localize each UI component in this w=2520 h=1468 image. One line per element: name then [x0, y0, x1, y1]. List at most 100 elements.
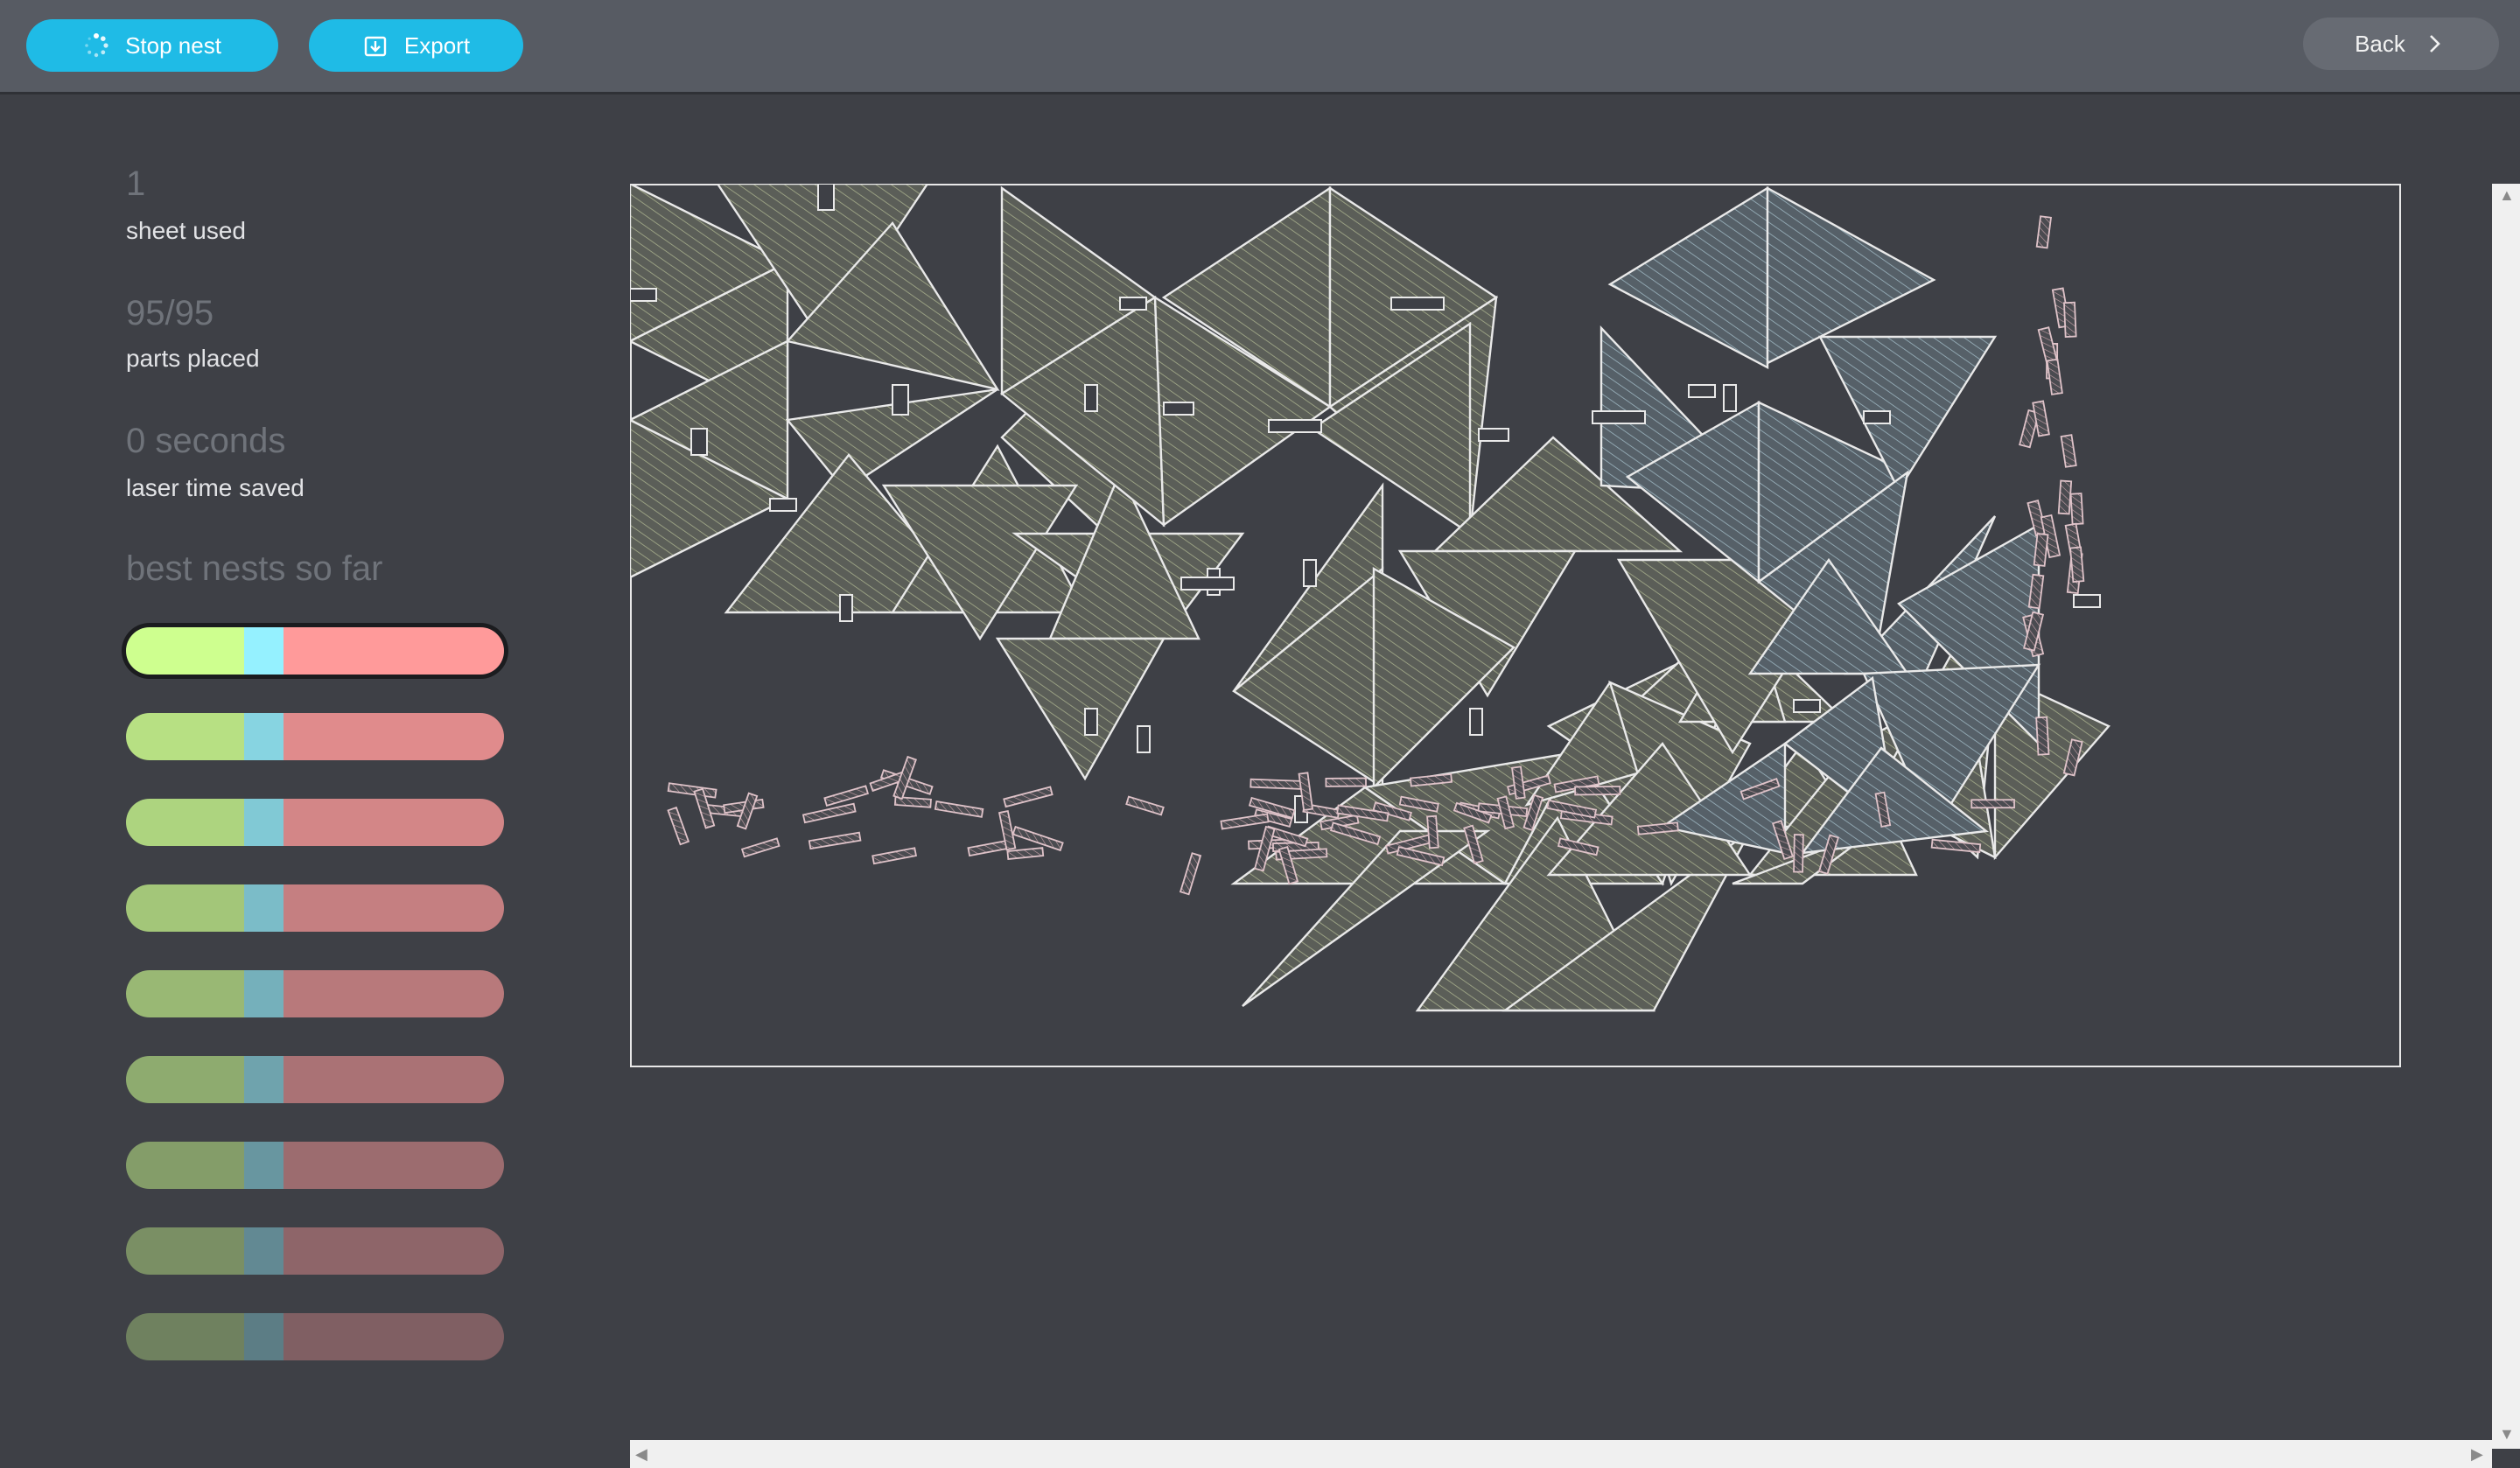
nest-green-segment: [126, 1313, 244, 1360]
nest-cyan-segment: [244, 1056, 284, 1103]
vertical-scrollbar[interactable]: ▲ ▼: [2492, 184, 2520, 1449]
best-nest-item[interactable]: [126, 1142, 504, 1189]
part-slot: [1723, 384, 1737, 412]
small-tab-part: [823, 785, 870, 807]
small-tab-part: [740, 837, 780, 858]
best-nest-item[interactable]: [126, 713, 504, 760]
best-nest-item[interactable]: [126, 884, 504, 932]
part-slot: [1592, 410, 1646, 424]
best-nest-item[interactable]: [126, 1227, 504, 1275]
small-tab-part: [1006, 847, 1045, 861]
best-nest-item[interactable]: [126, 799, 504, 846]
sheets-used-label: sheet used: [126, 217, 246, 244]
small-tab-part: [2032, 400, 2050, 437]
small-tab-part: [1574, 786, 1621, 796]
scroll-up-icon[interactable]: ▲: [2499, 187, 2515, 203]
nest-green-segment: [126, 1227, 244, 1275]
small-tab-part: [934, 800, 984, 818]
nest-red-segment: [284, 1313, 504, 1360]
part-slot: [1478, 428, 1509, 442]
small-tab-part: [1970, 799, 2015, 809]
nested-part: [995, 637, 1166, 781]
horizontal-scrollbar[interactable]: ◀ ▶: [630, 1440, 2492, 1468]
small-tab-part: [667, 782, 718, 799]
scroll-left-icon[interactable]: ◀: [635, 1446, 648, 1462]
part-slot: [1084, 384, 1098, 412]
nest-green-segment: [126, 713, 244, 760]
part-slot: [2073, 594, 2101, 608]
part-slot: [1163, 402, 1194, 416]
best-nests-title: best nests so far: [126, 549, 383, 588]
nest-green-segment: [126, 884, 244, 932]
small-tab-part: [2060, 434, 2077, 468]
small-tab-part: [1793, 834, 1804, 873]
nest-green-segment: [126, 799, 244, 846]
nest-cyan-segment: [244, 970, 284, 1017]
nest-cyan-segment: [244, 627, 284, 675]
part-slot: [1119, 297, 1147, 311]
nest-red-segment: [284, 713, 504, 760]
small-tab-part: [1325, 777, 1367, 787]
nested-part: [1607, 185, 1769, 369]
nest-cyan-segment: [244, 799, 284, 846]
nest-red-segment: [284, 970, 504, 1017]
nest-red-segment: [284, 1227, 504, 1275]
nest-red-segment: [284, 1056, 504, 1103]
nest-red-segment: [284, 627, 504, 675]
small-tab-part: [872, 847, 917, 865]
best-nest-item[interactable]: [126, 1313, 504, 1360]
part-slot: [1390, 297, 1445, 311]
part-slot: [892, 384, 909, 416]
spinner-icon: [83, 32, 109, 59]
small-tab-part: [667, 806, 690, 846]
nest-cyan-segment: [244, 1142, 284, 1189]
small-tab-part: [1012, 825, 1064, 852]
part-slot: [1469, 708, 1483, 736]
part-slot: [690, 428, 708, 456]
nest-red-segment: [284, 799, 504, 846]
stop-nest-button[interactable]: Stop nest: [26, 19, 278, 72]
nest-green-segment: [126, 627, 244, 675]
small-tab-part: [1003, 786, 1054, 808]
small-tab-part: [2063, 301, 2077, 338]
part-slot: [630, 288, 657, 302]
export-icon: [362, 32, 388, 59]
small-tab-part: [1125, 795, 1165, 816]
back-button[interactable]: Back: [2303, 17, 2499, 70]
small-tab-part: [1426, 814, 1439, 849]
parts-placed-value: 95/95: [126, 294, 214, 332]
part-slot: [1688, 384, 1716, 398]
scroll-right-icon[interactable]: ▶: [2471, 1446, 2483, 1462]
nest-green-segment: [126, 1056, 244, 1103]
best-nest-item[interactable]: [126, 1056, 504, 1103]
export-label: Export: [403, 31, 471, 59]
small-tab-part: [1250, 778, 1304, 790]
small-tab-part: [802, 802, 857, 824]
chevron-right-icon: [2421, 31, 2447, 57]
parts-placed-label: parts placed: [126, 345, 260, 372]
part-slot: [1863, 410, 1891, 424]
part-slot: [839, 594, 853, 622]
nest-red-segment: [284, 884, 504, 932]
part-slot: [769, 498, 797, 512]
small-tab-part: [2069, 493, 2084, 526]
part-slot: [1137, 725, 1151, 753]
part-slot: [1793, 699, 1821, 713]
best-nest-item[interactable]: [126, 627, 504, 675]
part-slot: [1268, 419, 1322, 433]
small-tab-part: [2069, 546, 2085, 584]
sheets-used-value: 1: [126, 164, 146, 203]
nest-cyan-segment: [244, 1227, 284, 1275]
scroll-down-icon[interactable]: ▼: [2499, 1426, 2515, 1442]
laser-time-value: 0 seconds: [126, 422, 286, 460]
nest-green-segment: [126, 1142, 244, 1189]
part-slot: [1180, 577, 1235, 591]
nest-green-segment: [126, 970, 244, 1017]
small-tab-part: [808, 831, 862, 850]
nest-cyan-segment: [244, 1313, 284, 1360]
best-nest-item[interactable]: [126, 970, 504, 1017]
export-button[interactable]: Export: [309, 19, 523, 72]
stop-nest-label: Stop nest: [125, 31, 221, 59]
nest-cyan-segment: [244, 713, 284, 760]
part-slot: [1084, 708, 1098, 736]
